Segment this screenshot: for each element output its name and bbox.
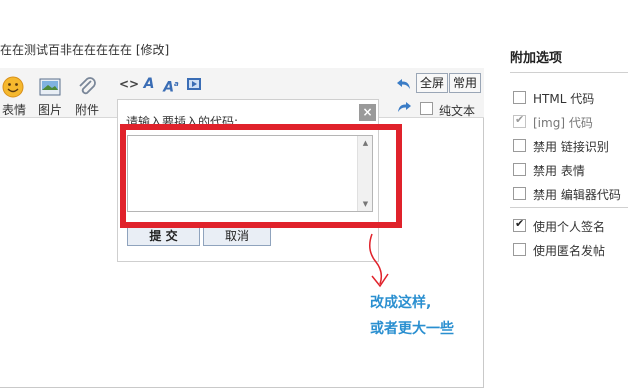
option-checkbox[interactable] xyxy=(513,91,526,104)
cancel-button[interactable]: 取消 xyxy=(203,226,271,246)
emoji-button[interactable]: 表情 xyxy=(0,68,28,118)
plaintext-label: 纯文本 xyxy=(439,104,476,118)
code-icon[interactable]: <> xyxy=(119,76,139,92)
undo-icon[interactable] xyxy=(396,76,412,92)
plaintext-checkbox[interactable] xyxy=(420,102,433,115)
subject-line: 在在测试百非在在在在在 [修改] xyxy=(0,43,170,57)
options-divider xyxy=(510,72,628,73)
option-label: 禁用 编辑器代码 xyxy=(533,188,621,202)
annotation-note-line2: 或者更大一些 xyxy=(370,321,454,337)
annotation-arrow xyxy=(369,233,389,288)
option-label: HTML 代码 xyxy=(533,92,595,106)
annotation-note-line1: 改成这样, xyxy=(370,295,432,311)
annotation-box xyxy=(120,124,402,228)
option-checkbox[interactable] xyxy=(513,243,526,256)
option-label: 禁用 表情 xyxy=(533,164,585,178)
image-icon xyxy=(39,78,61,96)
option-checkbox[interactable] xyxy=(513,163,526,176)
option-label: 禁用 链接识别 xyxy=(533,140,609,154)
fullscreen-button[interactable]: 全屏 xyxy=(416,73,449,93)
options-title: 附加选项 xyxy=(510,51,563,66)
font-size-icon[interactable]: Aa xyxy=(163,76,179,96)
option-checkbox[interactable] xyxy=(513,139,526,152)
option-label: 使用个人签名 xyxy=(533,220,606,234)
option-label: [img] 代码 xyxy=(533,116,593,130)
image-button[interactable]: 图片 xyxy=(36,68,64,118)
option-checkbox[interactable] xyxy=(513,217,526,232)
common-button[interactable]: 常用 xyxy=(449,73,482,93)
redo-icon[interactable] xyxy=(396,99,412,115)
options-divider xyxy=(510,207,628,208)
media-icon[interactable] xyxy=(186,76,202,92)
font-icon[interactable]: A xyxy=(141,76,157,92)
close-icon[interactable]: × xyxy=(359,104,376,121)
plaintext-toggle[interactable]: 纯文本 xyxy=(420,101,480,118)
image-label: 图片 xyxy=(37,103,62,117)
smiley-icon xyxy=(2,76,24,98)
emoji-label: 表情 xyxy=(1,103,26,117)
attach-button[interactable]: 附件 xyxy=(73,68,101,118)
paperclip-icon xyxy=(79,77,96,95)
attach-label: 附件 xyxy=(74,103,99,117)
option-label: 使用匿名发帖 xyxy=(533,244,606,258)
option-checkbox[interactable] xyxy=(513,113,526,128)
option-checkbox[interactable] xyxy=(513,187,526,200)
submit-button[interactable]: 提 交 xyxy=(127,226,200,246)
